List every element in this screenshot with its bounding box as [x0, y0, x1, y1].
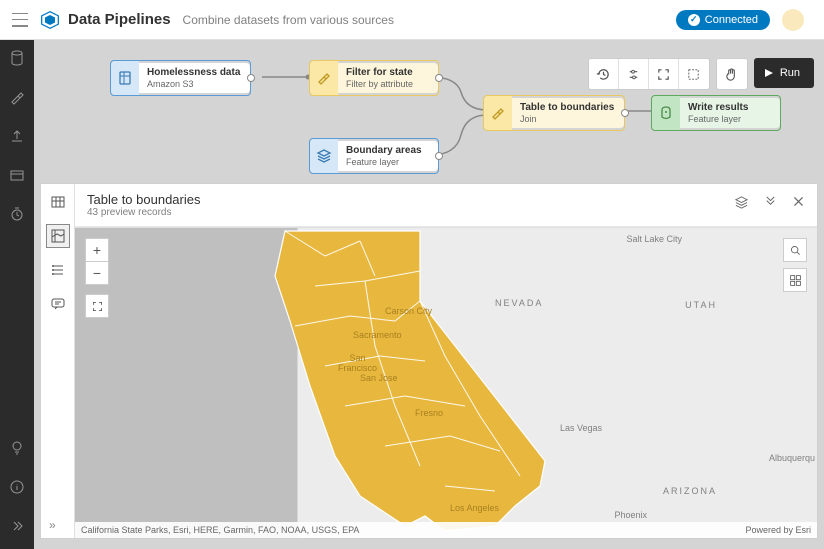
hammer-icon[interactable]: [9, 89, 25, 110]
map-label: San Jose: [360, 373, 398, 383]
canvas-toolbar: Run: [588, 58, 814, 90]
pipeline-canvas[interactable]: Homelessness dataAmazon S3 Filter for st…: [34, 40, 824, 180]
table-view-icon[interactable]: [46, 190, 70, 214]
layers-icon[interactable]: [734, 195, 749, 215]
node-subtitle: Feature layer: [688, 114, 770, 125]
output-port[interactable]: [435, 152, 443, 160]
node-title: Write results: [688, 102, 770, 114]
output-icon: [652, 96, 680, 130]
node-title: Boundary areas: [346, 145, 428, 157]
user-menu[interactable]: [782, 9, 812, 31]
schema-icon[interactable]: [46, 258, 70, 282]
hand-icon[interactable]: [717, 59, 747, 89]
play-icon: [764, 68, 774, 78]
clock-icon[interactable]: [9, 206, 25, 227]
database-icon[interactable]: [9, 50, 25, 71]
node-subtitle: Join: [520, 114, 614, 125]
map-label: Los Angeles: [450, 503, 499, 513]
map-label: ARIZONA: [663, 486, 717, 496]
search-map-icon[interactable]: [783, 238, 807, 262]
output-port[interactable]: [247, 74, 255, 82]
fit-icon[interactable]: [649, 59, 679, 89]
node-title: Filter for state: [346, 67, 428, 79]
info-icon[interactable]: [9, 479, 25, 500]
california-polygon: [265, 227, 605, 538]
tool-icon: [484, 96, 512, 130]
zoom-out-button[interactable]: −: [85, 261, 109, 285]
messages-icon[interactable]: [46, 292, 70, 316]
folder-icon[interactable]: [9, 167, 25, 188]
node-subtitle: Amazon S3: [147, 79, 240, 90]
preview-rail: »: [41, 184, 75, 538]
map-label: San Francisco: [335, 353, 380, 373]
map-label: Sacramento: [353, 330, 402, 340]
connected-label: Connected: [705, 14, 758, 26]
preview-header: Table to boundaries 43 preview records: [75, 184, 817, 227]
map-label: NEVADA: [495, 298, 543, 308]
map-attribution: California State Parks, Esri, HERE, Garm…: [75, 522, 817, 538]
node-title: Homelessness data: [147, 67, 240, 79]
menu-icon[interactable]: [12, 13, 28, 27]
app-title: Data Pipelines: [68, 11, 171, 28]
node-write-results[interactable]: Write resultsFeature layer: [651, 95, 781, 131]
run-label: Run: [780, 67, 800, 79]
node-filter-state[interactable]: Filter for stateFilter by attribute: [309, 60, 439, 96]
history-icon[interactable]: [589, 59, 619, 89]
output-port[interactable]: [621, 109, 629, 117]
preview-title: Table to boundaries: [87, 192, 200, 207]
node-homelessness-data[interactable]: Homelessness dataAmazon S3: [110, 60, 251, 96]
attribution-right: Powered by Esri: [745, 525, 811, 535]
app-logo-icon: [40, 10, 60, 30]
map-label: Carson City: [385, 306, 432, 316]
collapse-icon[interactable]: [763, 195, 778, 215]
zoom-in-button[interactable]: +: [85, 238, 109, 262]
settings-icon[interactable]: [619, 59, 649, 89]
node-title: Table to boundaries: [520, 102, 614, 114]
map-view-icon[interactable]: [46, 224, 70, 248]
select-icon[interactable]: [679, 59, 709, 89]
check-icon: ✓: [688, 14, 700, 26]
node-subtitle: Filter by attribute: [346, 79, 428, 90]
output-port[interactable]: [435, 74, 443, 82]
left-rail: [0, 40, 34, 549]
map[interactable]: + − Salt Lake City NEVADA UTAH Carson Ci…: [75, 227, 817, 538]
map-label: Fresno: [415, 408, 443, 418]
node-boundary-areas[interactable]: Boundary areasFeature layer: [309, 138, 439, 174]
map-label: Phoenix: [614, 510, 647, 520]
lightbulb-icon[interactable]: [9, 440, 25, 461]
attribution-left: California State Parks, Esri, HERE, Garm…: [81, 525, 359, 535]
app-subtitle: Combine datasets from various sources: [183, 13, 394, 27]
layer-icon: [310, 139, 338, 173]
expand-rail-icon[interactable]: [9, 518, 25, 539]
map-label: Las Vegas: [560, 423, 602, 433]
app-header: Data Pipelines Combine datasets from var…: [0, 0, 824, 40]
avatar: [782, 9, 804, 31]
preview-subtitle: 43 preview records: [87, 207, 200, 218]
connected-badge[interactable]: ✓ Connected: [676, 10, 770, 30]
preview-panel: » Table to boundaries 43 preview records…: [40, 183, 818, 539]
map-label: Albuquerqu: [769, 453, 815, 463]
map-label: UTAH: [685, 300, 717, 310]
basemap-icon[interactable]: [783, 268, 807, 292]
node-table-to-boundaries[interactable]: Table to boundariesJoin: [483, 95, 625, 131]
run-button[interactable]: Run: [754, 58, 814, 88]
expand-preview-icon[interactable]: »: [49, 518, 56, 532]
tool-icon: [310, 61, 338, 95]
datasource-icon: [111, 61, 139, 95]
close-icon[interactable]: [792, 195, 805, 215]
node-subtitle: Feature layer: [346, 157, 428, 168]
upload-icon[interactable]: [9, 128, 25, 149]
map-label: Salt Lake City: [626, 234, 682, 244]
extent-button[interactable]: [85, 294, 109, 318]
